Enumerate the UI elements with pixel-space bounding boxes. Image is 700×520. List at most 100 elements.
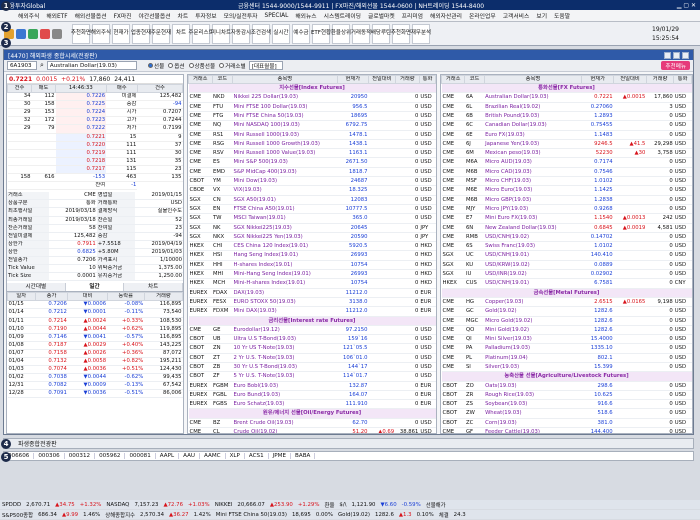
menu-item[interactable]: 프리미엄	[402, 11, 423, 20]
daily-row[interactable]: 01/09 0.7146 ▼0.0041 -0.57% 116,895	[7, 333, 183, 342]
quote-row[interactable]: CME MJY Micro JPY(19.03) 0.9268 0 USD	[441, 204, 692, 215]
menu-item[interactable]: 보기	[536, 11, 547, 20]
quote-row[interactable]: CME MSF Micro CHF(19.03) 1.0102 0 USD	[441, 176, 692, 187]
quote-row[interactable]: CME 6J Japanese Yen(19.03) 9246.5 ▲41.5 29,29…	[441, 139, 692, 150]
quote-row[interactable]: SGX CN SGX A50(19.01) 12083 0 USD	[188, 195, 436, 205]
daily-row[interactable]: 01/11 0.7214 ▲0.0024 +0.33% 108,530	[7, 317, 183, 326]
toolbar-button[interactable]: 조건 검색	[251, 23, 271, 44]
ask-row[interactable]: 34 112 0.7226 미결제 125,482	[7, 92, 183, 102]
recommend-menu-button[interactable]: 추천메뉴	[661, 61, 690, 70]
daily-row[interactable]: 01/15 0.7206 ▼0.0006 -0.08% 116,895	[7, 300, 183, 310]
toolbar-button[interactable]: 예수 금	[292, 23, 310, 44]
quote-row[interactable]: CBOT ZO Oats(19.03) 298.6 0 USD	[441, 381, 692, 391]
left-tab[interactable]: 일간	[65, 283, 125, 292]
toolbar-button[interactable]: 미니 차트	[211, 23, 231, 44]
symbol-code-input[interactable]: 6A1903	[7, 61, 37, 70]
menu-item[interactable]: 차트	[178, 11, 189, 20]
daily-row[interactable]: 01/10 0.7190 ▲0.0044 +0.62% 119,895	[7, 325, 183, 334]
daily-row[interactable]: 01/02 0.7038 ▼0.0044 -0.62% 99,435	[7, 373, 183, 383]
toolbar-button[interactable]: 해외 주식	[91, 23, 111, 44]
quote-row[interactable]: CME RSV Mini Russell 1000 Value(19.03) 1163…	[188, 148, 436, 159]
menu-item[interactable]: 야간선물옵션	[139, 11, 171, 20]
toolbar-button[interactable]: 배당 루틴	[371, 23, 391, 44]
symbol-tab[interactable]: 000081	[125, 453, 156, 459]
quote-row[interactable]: SGX NK SGX Nikkei225(19.03) 20645 0 JPY	[188, 223, 436, 233]
bid-row[interactable]: 0.7221 15 9	[7, 133, 183, 142]
quote-row[interactable]: CME M6B Micro GBP(19.03) 1.2838 0 USD	[441, 195, 692, 205]
quote-row[interactable]: CME PA Palladium(19.03) 1335.10 0 USD	[441, 343, 692, 354]
daily-row[interactable]: 01/07 0.7158 ▲0.0026 +0.36% 87,072	[7, 349, 183, 359]
gear-icon[interactable]	[52, 28, 62, 39]
quote-row[interactable]: CME M6E Micro Euro(19.03) 1.1425 0 USD	[441, 185, 692, 196]
symbol-tab[interactable]: AAPL	[156, 453, 180, 459]
quote-row[interactable]: CBOE VX VIX(19.03) 18.325 0 USD	[188, 185, 436, 196]
left-tab[interactable]: 차트	[124, 283, 183, 292]
menu-item[interactable]: 해외ETF	[46, 11, 67, 20]
menu-item[interactable]: 투자정보	[195, 11, 216, 20]
daily-row[interactable]: 12/28 0.7091 ▼0.0036 -0.51% 86,006	[7, 389, 183, 399]
quote-row[interactable]: SGX IU USD/INR(19.02) 0.02902 0 USD	[441, 269, 692, 280]
quote-row[interactable]: HKEX MHI Mini-Hang Seng Index(19.01) 26993 0…	[188, 269, 436, 280]
quote-row[interactable]: CME 6A Australian Dollar(19.03) 0.7221 ▲0.00…	[441, 92, 692, 103]
toolbar-button[interactable]: 추천 화면	[391, 23, 411, 44]
market-radio[interactable]: 옵션	[168, 62, 185, 70]
quote-row[interactable]: CME M6B Micro CAD(19.03) 0.7546 0 USD	[441, 167, 692, 178]
market-radio[interactable]: 거래소별	[219, 62, 246, 70]
quote-row[interactable]: HKEX CHI CES China 120 Index(19.01) 5920.5 0…	[188, 241, 436, 252]
quote-row[interactable]: EUREX FESX EURO STOXX 50(19.03) 3138.0 0 EUR	[188, 297, 436, 308]
quote-row[interactable]: HKEX HSI Hang Seng Index(19.01) 26993 0 HKD	[188, 250, 436, 261]
quote-row[interactable]: HKEX CUS USD/CNH(19.01) 6.7581 0 CNY	[441, 278, 692, 289]
quote-row[interactable]: SGX KU USD/KRW(19.02) 0.0889 0 USD	[441, 260, 692, 271]
left-tab[interactable]: 시간대별	[7, 283, 66, 292]
quote-row[interactable]: CME FTG Mini FTSE China 50(19.03) 18695 0 USD	[188, 111, 436, 122]
quote-row[interactable]: SGX EN FTSE China A50(19.01) 10777.5 0 USD	[188, 204, 436, 215]
symbol-tab[interactable]: 005962	[95, 453, 126, 459]
quote-row[interactable]: HKEX HHI H-shares Index(19.01) 10754 0 HKD	[188, 260, 436, 271]
menu-item[interactable]: 글로벌마켓	[368, 11, 395, 20]
quote-row[interactable]: CME MGC Micro Gold(19.02) 1282.6 0 USD	[441, 316, 692, 326]
quote-row[interactable]: CBOT ZF 5 Yr U.S. T-Note(19.03) 114`01.7 0 US…	[188, 371, 436, 382]
quote-row[interactable]: CME GC Gold(19.02) 1282.6 0 USD	[441, 306, 692, 317]
market-radio[interactable]: 상품선물	[188, 62, 215, 70]
quote-row[interactable]: CME NQ Mini NASDAQ 100(19.03) 6792.75 0 USD	[188, 120, 436, 131]
quote-row[interactable]: CME 6L Brazilian Real(19.02) 0.27060 3 USD	[441, 102, 692, 113]
symbol-tab[interactable]: ACS1	[245, 453, 269, 459]
symbol-tab[interactable]: AAMC	[200, 453, 226, 459]
menu-item[interactable]: 해외자산관리	[430, 11, 462, 20]
quote-row[interactable]: CME RMB USD/CNH(19.02) 0.14702 0 USD	[441, 232, 692, 243]
toolbar-button[interactable]: 주문 리스트	[188, 23, 214, 44]
toolbar-button[interactable]: 재무 분석	[411, 23, 431, 44]
ask-row[interactable]: 29 153 0.7224 시가 0.7207	[7, 108, 183, 118]
quote-row[interactable]: CME EMD S&P MidCap 400(19.03) 1818.7 0 USD	[188, 167, 436, 178]
quote-row[interactable]: CME SI Silver(19.03) 15.399 0 USD	[441, 362, 692, 373]
quote-row[interactable]: CME 6M Mexican peso(19.03) 52230 ▲30 3,758 USD	[441, 148, 692, 159]
symbol-tab[interactable]: BABA	[291, 453, 316, 459]
symbol-tab[interactable]: AAU	[179, 453, 201, 459]
toolbar-button[interactable]: 거래 동적	[351, 23, 371, 44]
ask-row[interactable]: 30 158 0.7225 증감 -94	[7, 100, 183, 110]
daily-row[interactable]: 01/04 0.7132 ▲0.0058 +0.82% 195,211	[7, 357, 183, 367]
quote-row[interactable]: EUREX FDXM Mini DAX(19.03) 11212.0 0 EUR	[188, 306, 436, 317]
quote-row[interactable]: CBOT ZR Rough Rice(19.03) 10.625 0 USD	[441, 390, 692, 401]
market-radio[interactable]: 선물	[147, 62, 164, 70]
quote-row[interactable]: HKEX MCH Mini-H-shares Index(19.01) 10754 0 H…	[188, 278, 436, 289]
symbol-tab[interactable]: JPME	[269, 453, 292, 459]
quote-row[interactable]: CME 6E Euro FX(19.03) 1.1483 0 USD	[441, 130, 692, 140]
daily-row[interactable]: 01/08 0.7187 ▲0.0029 +0.40% 143,225	[7, 341, 183, 350]
quote-row[interactable]: CME RSG Mini Russell 1000 Growth(19.03) 143…	[188, 139, 436, 150]
toolbar-button[interactable]: 실시 간	[272, 23, 290, 44]
quote-row[interactable]: CBOT ZC Corn(19.03) 381.0 0 USD	[441, 418, 692, 429]
window-controls[interactable]	[664, 51, 689, 59]
menu-item[interactable]: 시스템트레이딩	[324, 11, 361, 20]
menu-item[interactable]: SPECIAL	[265, 13, 289, 19]
quote-row[interactable]: CME 6B British Pound(19.03) 1.2893 0 USD	[441, 111, 692, 122]
menu-item[interactable]: 해외뉴스	[295, 11, 316, 20]
symbol-tab[interactable]: 000306	[34, 453, 65, 459]
ask-row[interactable]: 29 79 0.7222 저가 0.7199	[7, 124, 183, 134]
quote-row[interactable]: EUREX FGBL Euro Bund(19.03) 164.07 0 EUR	[188, 390, 436, 401]
quote-row[interactable]: CME E7 Mini Euro FX(19.03) 1.1540 ▲0.0013 242…	[441, 213, 692, 224]
menu-item[interactable]: FX마진	[114, 11, 132, 20]
quote-row[interactable]: CBOT ZB 30 Yr U.S T-Bond(19.03) 144`17 0 USD	[188, 362, 436, 373]
quote-row[interactable]: CME QI Mini Silver(19.03) 15.4000 0 USD	[441, 334, 692, 345]
quote-row[interactable]: CME GF Feeder Cattle(19.03) 144.400 0 USD	[441, 427, 692, 433]
